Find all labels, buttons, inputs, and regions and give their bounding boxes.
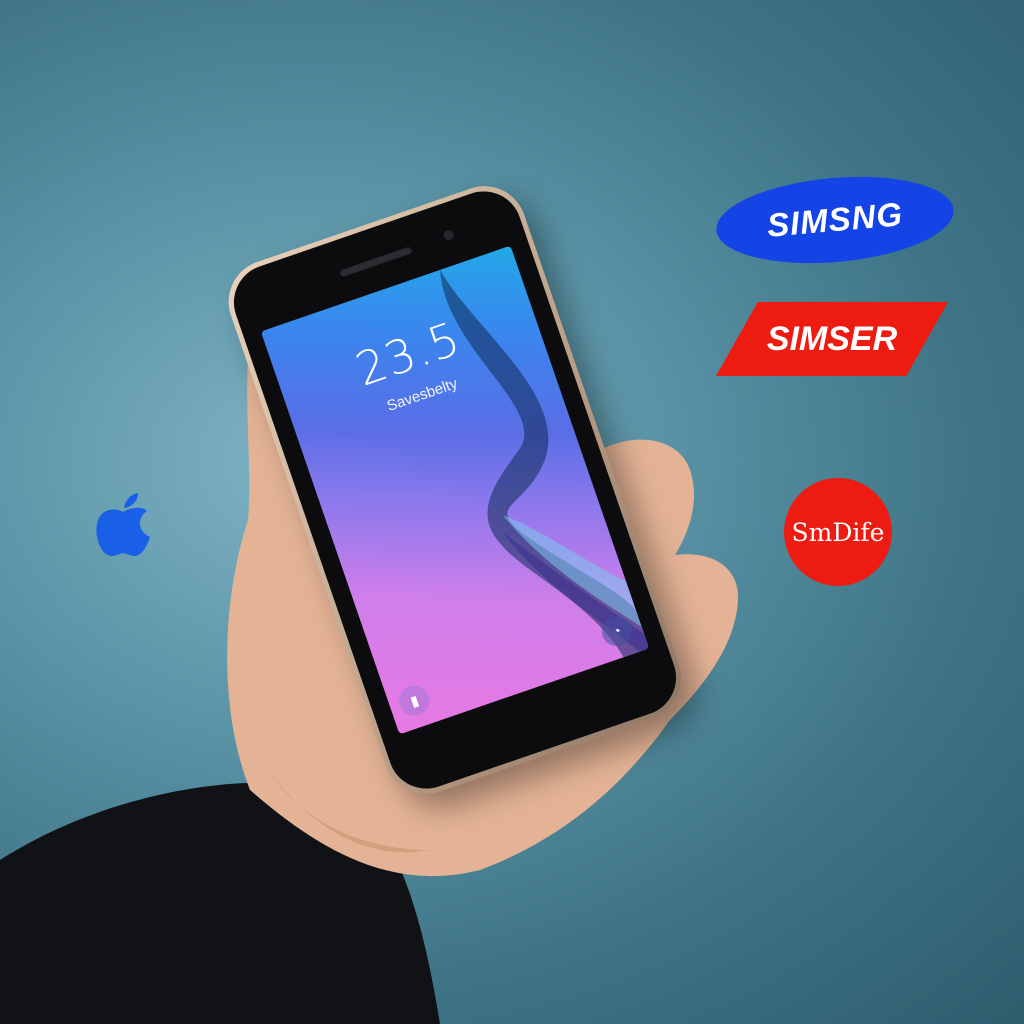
blue-oval-logo-text: SIMSNG xyxy=(765,195,905,244)
earpiece-speaker xyxy=(339,246,413,278)
product-photo: 23.5 Savesbelty ▮ ◔ SIMSNG SIMSER SmDife xyxy=(0,0,1024,1024)
red-parallelogram-logo-text: SIMSER xyxy=(766,319,898,358)
apple-logo-icon xyxy=(96,493,150,556)
red-circle-logo: SmDife xyxy=(784,478,892,586)
front-camera xyxy=(442,228,456,242)
red-circle-logo-text: SmDife xyxy=(791,517,885,547)
